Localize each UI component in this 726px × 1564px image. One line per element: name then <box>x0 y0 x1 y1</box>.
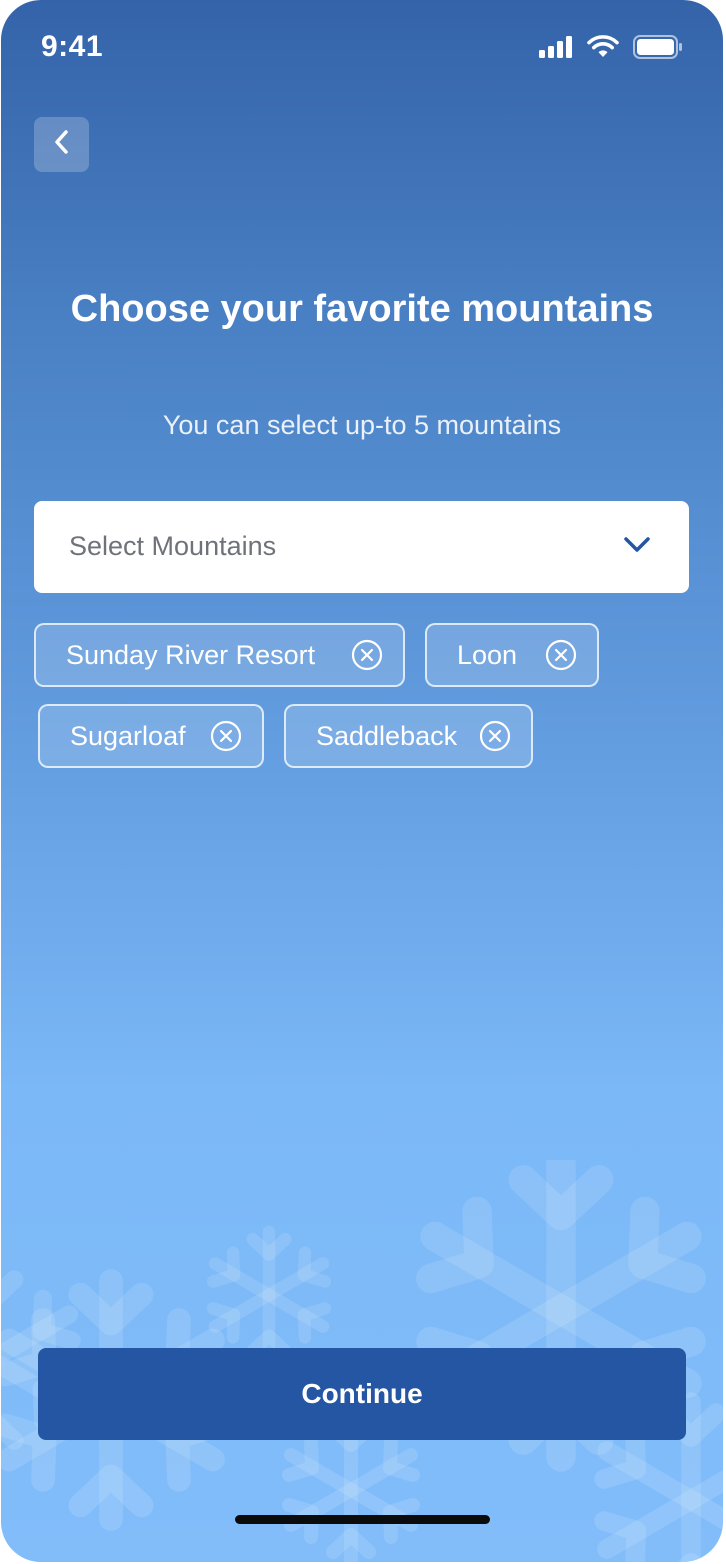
close-circle-icon[interactable] <box>545 639 577 671</box>
status-bar: 9:41 <box>1 0 723 90</box>
mountain-chip: Sugarloaf <box>38 704 264 768</box>
chip-label: Saddleback <box>316 720 458 751</box>
back-button[interactable] <box>34 117 89 172</box>
select-placeholder: Select Mountains <box>69 531 277 561</box>
chip-label: Sugarloaf <box>70 720 186 751</box>
status-time: 9:41 <box>41 30 104 63</box>
close-circle-icon[interactable] <box>351 639 383 671</box>
close-circle-icon[interactable] <box>210 720 242 752</box>
close-circle-icon[interactable] <box>479 720 511 752</box>
wifi-icon <box>587 35 619 64</box>
battery-icon <box>633 35 683 64</box>
chevron-down-icon <box>623 535 651 560</box>
signal-icon <box>539 36 573 63</box>
page-subtitle: You can select up-to 5 mountains <box>162 410 562 440</box>
mountain-chip: Sunday River Resort <box>34 623 405 687</box>
chip-label: Loon <box>457 639 518 670</box>
chevron-left-icon <box>52 128 72 161</box>
page-title: Choose your favorite mountains <box>70 288 654 330</box>
screen: 9:41 Choose your favorite mountains You … <box>1 0 723 1562</box>
continue-button[interactable]: Continue <box>38 1348 686 1440</box>
mountain-chip: Saddleback <box>284 704 533 768</box>
mountain-select[interactable]: Select Mountains <box>34 501 689 593</box>
mountain-chip: Loon <box>425 623 599 687</box>
status-icons <box>539 35 683 64</box>
chip-label: Sunday River Resort <box>66 639 316 670</box>
home-indicator <box>235 1515 490 1524</box>
